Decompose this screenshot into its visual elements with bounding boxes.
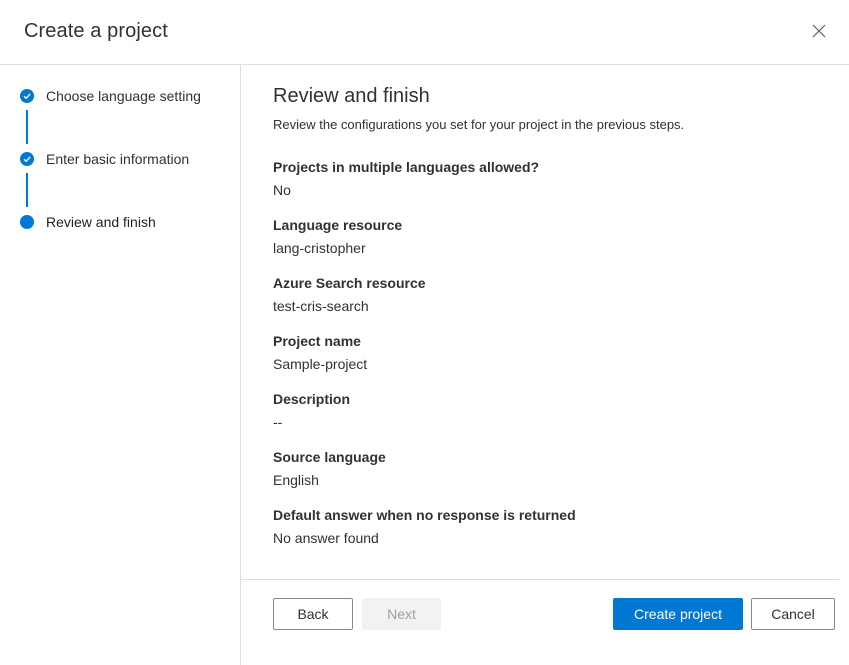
next-button[interactable]: Next [362,598,441,630]
field-label: Default answer when no response is retur… [273,507,576,523]
field-source-language: Source language English [273,447,386,490]
field-label: Azure Search resource [273,275,426,291]
close-button[interactable] [806,19,832,45]
field-multiple-languages: Projects in multiple languages allowed? … [273,157,539,200]
field-value: English [273,472,319,488]
cancel-button[interactable]: Cancel [751,598,835,630]
step-enter-basic-information[interactable]: Enter basic information [20,151,189,167]
step-review-and-finish[interactable]: Review and finish [20,214,156,230]
step-connector [26,173,28,207]
step-label: Review and finish [46,214,156,230]
wizard-steps: Choose language setting Enter basic info… [0,65,241,665]
field-label: Source language [273,449,386,465]
close-icon [812,24,826,41]
field-value: test-cris-search [273,298,369,314]
back-button[interactable]: Back [273,598,353,630]
field-label: Description [273,391,351,407]
create-project-button[interactable]: Create project [613,598,743,630]
step-connector [26,110,28,144]
create-project-dialog: Create a project Choose language setting [0,0,849,665]
step-label: Enter basic information [46,151,190,167]
field-label: Projects in multiple languages allowed? [273,159,540,175]
field-default-answer: Default answer when no response is retur… [273,505,576,548]
field-value: Sample-project [273,356,368,372]
checkmark-icon [20,89,34,103]
dialog-header: Create a project [0,0,849,65]
review-title: Review and finish [273,85,430,107]
field-value: -- [273,414,283,430]
field-description: Description -- [273,389,350,432]
step-label: Choose language setting [46,88,201,104]
review-subtitle: Review the configurations you set for yo… [273,117,685,132]
checkmark-icon [20,152,34,166]
field-project-name: Project name Sample-project [273,331,367,374]
dialog-footer: Back Next Create project Cancel [241,579,840,665]
field-language-resource: Language resource lang-cristopher [273,215,402,258]
review-panel: Review and finish Review the configurati… [241,65,849,579]
step-choose-language-setting[interactable]: Choose language setting [20,88,201,104]
field-label: Language resource [273,217,403,233]
dialog-title: Create a project [24,20,168,42]
dot-icon [20,215,34,229]
field-azure-search-resource: Azure Search resource test-cris-search [273,273,426,316]
field-value: No answer found [273,530,379,546]
field-value: No [273,182,291,198]
field-label: Project name [273,333,361,349]
field-value: lang-cristopher [273,240,366,256]
